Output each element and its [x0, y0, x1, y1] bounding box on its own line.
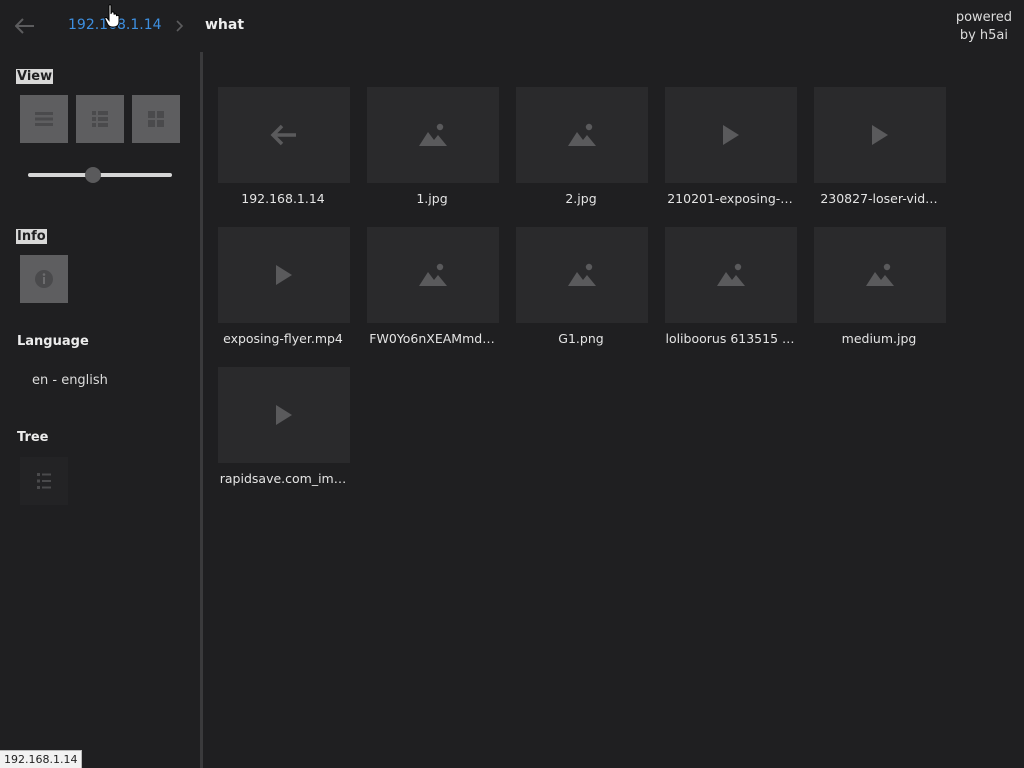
file-name: 230827-loser-vid… — [820, 191, 938, 206]
file-thumbnail — [218, 367, 350, 463]
file-thumbnail — [814, 87, 946, 183]
file-name: G1.png — [558, 331, 604, 346]
video-icon — [276, 405, 292, 425]
view-section-title: View — [16, 69, 54, 84]
file-item[interactable]: exposing-flyer.mp4 — [209, 218, 357, 348]
powered-line-2: by h5ai — [959, 28, 1008, 43]
file-thumbnail — [665, 87, 797, 183]
top-bar: 192.168.1.14 what powered by h5ai — [0, 0, 1024, 52]
image-icon — [866, 263, 894, 286]
file-thumbnail — [814, 227, 946, 323]
breadcrumb-root[interactable]: 192.168.1.14 — [68, 17, 162, 33]
view-icons-button[interactable] — [132, 95, 180, 143]
file-name: 1.jpg — [416, 191, 448, 206]
file-item[interactable]: FW0Yo6nXEAMmd… — [358, 218, 506, 348]
parent-folder-icon — [270, 124, 296, 146]
file-name: FW0Yo6nXEAMmd… — [369, 331, 495, 346]
tree-toggle-button[interactable] — [20, 457, 68, 505]
back-button[interactable] — [12, 13, 38, 39]
file-name: rapidsave.com_im… — [219, 471, 347, 486]
info-toggle-button[interactable] — [20, 255, 68, 303]
video-icon — [872, 125, 888, 145]
file-name: loliboorus 613515 … — [665, 331, 795, 346]
video-icon — [276, 265, 292, 285]
sidebar: View Info Language en - english Tree — [0, 52, 200, 768]
file-name: exposing-flyer.mp4 — [223, 331, 343, 346]
file-thumbnail — [516, 227, 648, 323]
powered-line-1: powered — [955, 10, 1012, 25]
file-item[interactable]: 230827-loser-vid… — [805, 78, 953, 208]
view-details-button[interactable] — [20, 95, 68, 143]
info-section-title: Info — [16, 229, 47, 244]
file-item[interactable]: 210201-exposing-… — [656, 78, 804, 208]
file-item[interactable]: G1.png — [507, 218, 655, 348]
icons-view-icon — [148, 111, 164, 127]
sidebar-divider — [200, 52, 203, 768]
chevron-right-icon — [173, 17, 187, 35]
file-name: 210201-exposing-… — [667, 191, 793, 206]
language-select[interactable]: en - english — [32, 373, 108, 388]
file-item[interactable]: 2.jpg — [507, 78, 655, 208]
status-bar: 192.168.1.14 — [0, 750, 83, 768]
file-thumbnail — [218, 87, 350, 183]
video-icon — [723, 125, 739, 145]
language-section-title: Language — [17, 334, 89, 349]
image-icon — [568, 123, 596, 146]
file-item[interactable]: 192.168.1.14 — [209, 78, 357, 208]
image-icon — [419, 123, 447, 146]
arrow-left-icon — [15, 18, 34, 34]
file-thumbnail — [367, 227, 499, 323]
file-thumbnail — [516, 87, 648, 183]
file-name: 192.168.1.14 — [241, 191, 325, 206]
info-icon — [35, 270, 53, 288]
file-name: 2.jpg — [565, 191, 597, 206]
tree-icon — [37, 473, 51, 489]
file-item[interactable]: medium.jpg — [805, 218, 953, 348]
image-icon — [419, 263, 447, 286]
file-item[interactable]: loliboorus 613515 … — [656, 218, 804, 348]
thumbnail-size-slider[interactable] — [28, 167, 172, 183]
view-grid-button[interactable] — [76, 95, 124, 143]
image-icon — [717, 263, 745, 286]
file-thumbnail — [665, 227, 797, 323]
grid-view-icon — [92, 111, 108, 127]
h5ai-file-browser: 192.168.1.14 what powered by h5ai View I… — [0, 0, 1024, 768]
powered-by-link[interactable]: powered by h5ai — [956, 9, 1012, 45]
file-item[interactable]: 1.jpg — [358, 78, 506, 208]
file-thumbnail — [367, 87, 499, 183]
slider-thumb[interactable] — [84, 167, 101, 183]
file-name: medium.jpg — [841, 331, 917, 346]
image-icon — [568, 263, 596, 286]
breadcrumb-current[interactable]: what — [205, 17, 244, 33]
file-thumbnail — [218, 227, 350, 323]
file-item[interactable]: rapidsave.com_im… — [209, 358, 357, 488]
list-view-icon — [35, 112, 53, 126]
tree-section-title: Tree — [17, 430, 49, 445]
